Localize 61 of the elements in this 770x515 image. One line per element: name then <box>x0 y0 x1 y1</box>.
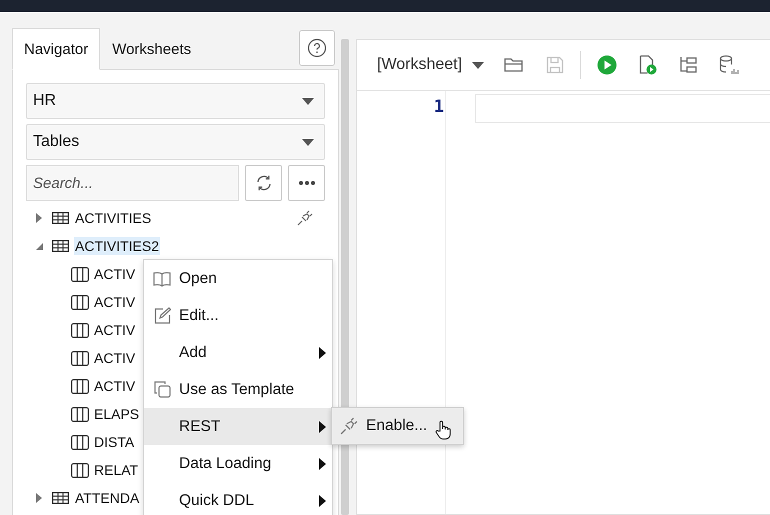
table-icon <box>52 492 69 504</box>
line-number: 1 <box>434 97 445 117</box>
menu-item[interactable]: Data Loading <box>144 445 332 482</box>
copy-icon <box>154 381 170 398</box>
object-type-select[interactable]: Tables <box>26 124 325 160</box>
tree-item[interactable]: ACTIV <box>93 265 136 283</box>
menu-item[interactable]: Use as Template <box>144 371 332 408</box>
columns-icon <box>71 434 89 450</box>
expand-icon[interactable] <box>34 493 44 503</box>
more-icon <box>298 180 316 186</box>
columns-icon <box>71 266 89 282</box>
submenu-arrow-icon <box>319 458 326 470</box>
navigator-tab[interactable]: Worksheets <box>100 28 204 70</box>
refresh-button[interactable] <box>245 165 282 201</box>
run-icon[interactable] <box>597 55 618 75</box>
menu-item[interactable]: REST <box>144 408 332 445</box>
menu-item[interactable]: Quick DDL <box>144 482 332 515</box>
menu-item[interactable]: Open <box>144 260 332 297</box>
navigator-tab[interactable]: Navigator <box>12 28 100 70</box>
columns-icon <box>71 350 89 366</box>
book-icon <box>153 270 171 286</box>
help-button[interactable] <box>299 30 335 66</box>
tree-item[interactable]: DISTA <box>93 433 136 451</box>
refresh-icon <box>254 174 272 192</box>
columns-icon <box>71 378 89 394</box>
folder-icon[interactable] <box>504 57 524 73</box>
worksheet-dropdown[interactable]: [Worksheet] <box>377 56 484 74</box>
expand-icon[interactable] <box>34 213 44 223</box>
menu-item[interactable]: Add <box>144 334 332 371</box>
submenu-arrow-icon <box>319 347 326 359</box>
schema-select[interactable]: HR <box>26 83 325 119</box>
search-field[interactable]: Search... <box>26 165 239 201</box>
database-icon[interactable] <box>719 55 740 75</box>
hand-cursor-icon <box>435 420 452 440</box>
tree-item[interactable]: RELAT <box>93 461 140 479</box>
tree-item[interactable]: ACTIV <box>93 293 136 311</box>
menu-item[interactable]: Edit... <box>144 297 332 334</box>
plug-icon <box>340 417 358 435</box>
table-icon <box>52 240 69 252</box>
splitter-handle[interactable] <box>341 39 349 515</box>
columns-icon <box>71 462 89 478</box>
submenu-arrow-icon <box>319 495 326 507</box>
tree-item[interactable]: ACTIV <box>93 321 136 339</box>
submenu-arrow-icon <box>319 421 326 433</box>
tree-item[interactable]: ACTIVITIES <box>74 209 152 227</box>
tree-item[interactable]: ACTIV <box>93 349 136 367</box>
tree-icon[interactable] <box>679 56 698 74</box>
more-button[interactable] <box>288 165 325 201</box>
tree-item[interactable]: ACTIV <box>93 377 136 395</box>
menu-item[interactable]: Enable... <box>332 408 463 444</box>
tree-item[interactable]: ELAPS <box>93 405 140 423</box>
collapse-icon[interactable] <box>34 241 44 251</box>
tree-item[interactable]: ATTENDA <box>74 489 140 507</box>
tree-item[interactable]: ACTIVITIES2 <box>74 237 160 255</box>
table-icon <box>52 212 69 224</box>
help-icon <box>307 38 327 58</box>
columns-icon <box>71 322 89 338</box>
columns-icon <box>71 406 89 422</box>
columns-icon <box>71 294 89 310</box>
pencil-icon <box>154 307 170 324</box>
run-script-icon[interactable] <box>639 55 658 75</box>
